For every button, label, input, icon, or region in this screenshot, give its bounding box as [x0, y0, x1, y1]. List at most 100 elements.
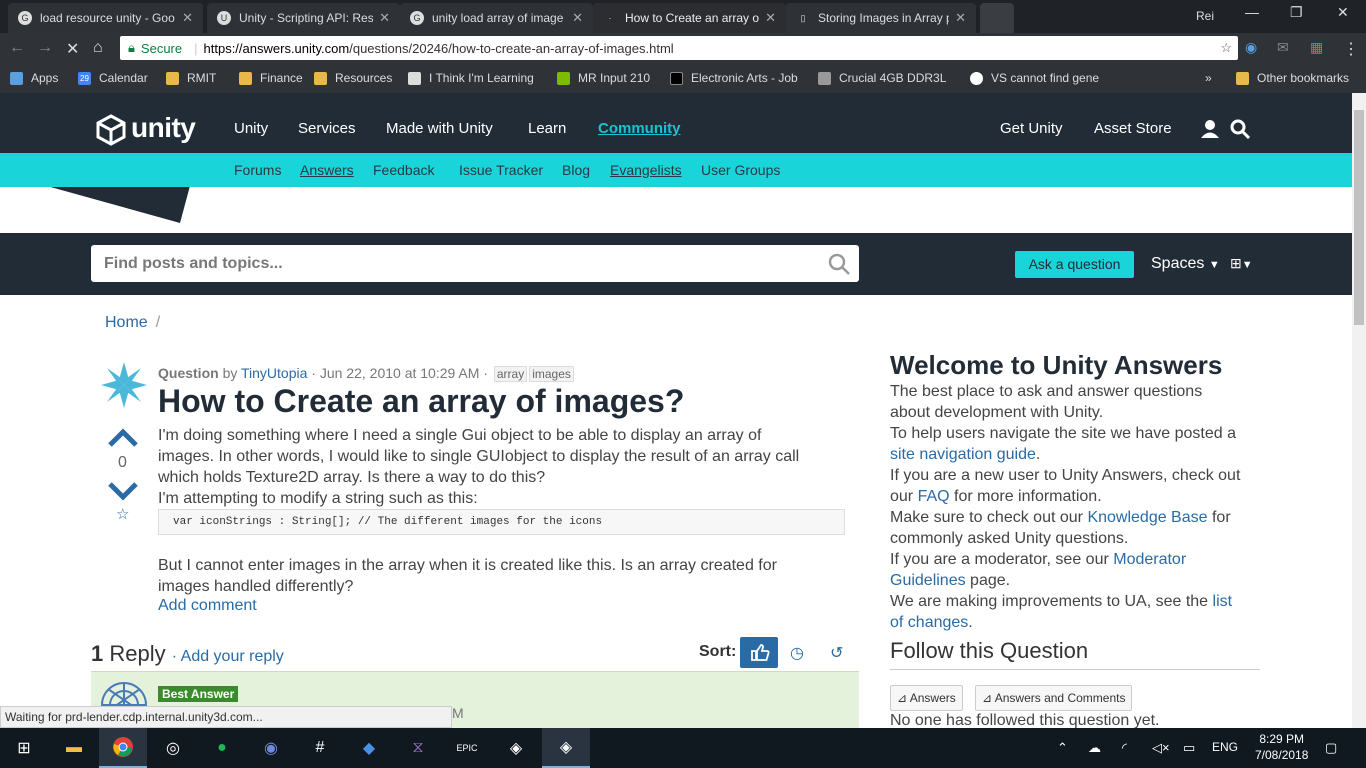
sitemap-dropdown[interactable]: ⊞▼ [1230, 255, 1253, 272]
subnav-feedback[interactable]: Feedback [373, 162, 434, 178]
nav-unity[interactable]: Unity [234, 120, 268, 137]
bookmark-folder[interactable]: Resources [314, 71, 392, 85]
subnav-issue-tracker[interactable]: Issue Tracker [459, 162, 543, 178]
slack-icon[interactable]: # [296, 728, 344, 768]
bookmark-link[interactable]: MR Input 210 [557, 71, 650, 85]
unity-hub-icon[interactable]: ◈ [492, 728, 540, 768]
moderator-guidelines-link[interactable]: Moderator [1113, 551, 1186, 568]
changes-link[interactable]: list [1213, 593, 1233, 610]
tab-4[interactable]: · How to Create an array o ✕ [593, 3, 786, 33]
spotify-icon[interactable]: ● [198, 728, 246, 768]
nav-get-unity[interactable]: Get Unity [1000, 120, 1063, 137]
wifi-icon[interactable]: ◜ [1122, 740, 1127, 756]
show-hidden-icons[interactable]: ⌃ [1057, 740, 1068, 756]
bookmark-link[interactable]: Crucial 4GB DDR3L [818, 71, 946, 85]
search-input[interactable]: Find posts and topics... [91, 245, 859, 282]
close-icon[interactable]: ✕ [765, 10, 776, 26]
other-bookmarks[interactable]: Other bookmarks [1236, 71, 1349, 85]
ask-question-button[interactable]: Ask a question [1015, 251, 1134, 278]
sort-oldest-history-icon[interactable]: ↺ [830, 643, 843, 663]
new-tab-button[interactable] [980, 3, 1014, 33]
menu-icon[interactable]: ⋮ [1343, 39, 1359, 59]
tab-3[interactable]: Gunity load array of image ✕ [400, 3, 593, 33]
subnav-answers[interactable]: Answers [300, 162, 354, 178]
home-icon[interactable]: ⌂ [93, 39, 103, 57]
obs-icon[interactable]: ◎ [149, 728, 197, 768]
tag-array[interactable]: array [493, 366, 528, 382]
unity-editor-icon[interactable]: ◈ [542, 728, 590, 768]
changes-link[interactable]: of changes [890, 614, 968, 631]
url-bar[interactable]: 🔒︎ Secure | https://answers.unity.com/qu… [120, 36, 1238, 60]
extension-icon[interactable]: ◉ [1245, 39, 1257, 56]
search-icon[interactable] [1230, 119, 1250, 139]
extension-icon[interactable]: ▦ [1310, 39, 1323, 56]
tab-1[interactable]: Gload resource unity - Goo ✕ [8, 3, 203, 33]
spaces-dropdown[interactable]: Spaces ▼ [1151, 255, 1220, 273]
bookmark-folder[interactable]: RMIT [166, 71, 216, 85]
battery-icon[interactable]: ▭ [1183, 740, 1195, 756]
bookmark-link[interactable]: I Think I'm Learning [408, 71, 534, 85]
stop-icon[interactable]: ✕ [66, 39, 79, 59]
moderator-guidelines-link[interactable]: Guidelines [890, 572, 966, 589]
close-window-icon[interactable]: ✕ [1337, 4, 1349, 21]
author-link[interactable]: TinyUtopia [241, 365, 307, 381]
mail-icon[interactable]: ✉ [1277, 39, 1289, 56]
knowledge-base-link[interactable]: Knowledge Base [1087, 509, 1207, 526]
bookmark-folder[interactable]: Finance [239, 71, 303, 85]
search-icon[interactable] [827, 252, 851, 276]
file-explorer-icon[interactable]: ▬ [50, 728, 98, 768]
back-icon[interactable]: ← [9, 39, 25, 57]
subnav-user-groups[interactable]: User Groups [701, 162, 780, 178]
maximize-icon[interactable]: ❐ [1290, 4, 1303, 21]
add-comment-link[interactable]: Add comment [158, 597, 257, 615]
discord-icon[interactable]: ◉ [247, 728, 295, 768]
subnav-blog[interactable]: Blog [562, 162, 590, 178]
nav-made-with-unity[interactable]: Made with Unity [386, 120, 493, 137]
minimize-icon[interactable]: — [1245, 4, 1259, 20]
bookmark-apps[interactable]: Apps [10, 71, 58, 85]
rss-answers-button[interactable]: ⊿ Answers [890, 685, 963, 711]
close-icon[interactable]: ✕ [572, 10, 583, 26]
breadcrumb-home[interactable]: Home [105, 314, 148, 331]
chrome-icon[interactable] [99, 728, 147, 768]
maps-icon[interactable]: ◆ [345, 728, 393, 768]
subnav-evangelists[interactable]: Evangelists [610, 162, 682, 178]
close-icon[interactable]: ✕ [955, 10, 966, 26]
close-icon[interactable]: ✕ [182, 10, 193, 26]
bookmark-star-icon[interactable]: ☆ [1220, 40, 1232, 56]
forward-icon[interactable]: → [37, 39, 53, 57]
nav-asset-store[interactable]: Asset Store [1094, 120, 1172, 137]
subnav-forums[interactable]: Forums [234, 162, 281, 178]
clock[interactable]: 8:29 PM 7/08/2018 [1255, 731, 1308, 763]
bookmark-calendar[interactable]: 29 Calendar [78, 71, 148, 85]
site-nav-guide-link[interactable]: site navigation guide [890, 446, 1036, 463]
epic-games-icon[interactable]: EPIC [443, 728, 491, 768]
avatar[interactable] [99, 360, 149, 410]
unity-logo[interactable]: unity [95, 112, 196, 146]
volume-icon[interactable]: ◁× [1152, 740, 1170, 756]
upvote-icon[interactable] [107, 428, 139, 448]
downvote-icon[interactable] [107, 481, 139, 501]
nav-services[interactable]: Services [298, 120, 356, 137]
user-icon[interactable] [1200, 119, 1220, 139]
sort-votes-button[interactable] [740, 637, 778, 668]
nav-community[interactable]: Community [598, 120, 681, 137]
notifications-icon[interactable]: ▢ [1325, 740, 1337, 756]
rss-answers-comments-button[interactable]: ⊿ Answers and Comments [975, 685, 1133, 711]
nav-learn[interactable]: Learn [528, 120, 566, 137]
favorite-star-icon[interactable]: ☆ [116, 505, 129, 523]
more-bookmarks-icon[interactable]: » [1205, 71, 1212, 85]
tag-images[interactable]: images [529, 366, 574, 382]
visual-studio-icon[interactable]: ⧖ [394, 728, 442, 768]
sort-newest-clock-icon[interactable]: ◷ [790, 643, 804, 663]
tab-2[interactable]: U Unity - Scripting API: Res ✕ [207, 3, 400, 33]
faq-link[interactable]: FAQ [918, 488, 950, 505]
scrollbar-thumb[interactable] [1354, 110, 1364, 325]
language-indicator[interactable]: ENG [1212, 740, 1238, 754]
tab-5[interactable]: ▯ Storing Images in Array p ✕ [786, 3, 976, 33]
profile-name[interactable]: Rei [1196, 9, 1214, 23]
bookmark-link[interactable]: VS cannot find gene [970, 71, 1099, 85]
onedrive-icon[interactable]: ☁ [1088, 740, 1101, 756]
bookmark-link[interactable]: Electronic Arts - Job [670, 71, 798, 85]
windows-start-icon[interactable]: ⊞ [0, 728, 48, 768]
